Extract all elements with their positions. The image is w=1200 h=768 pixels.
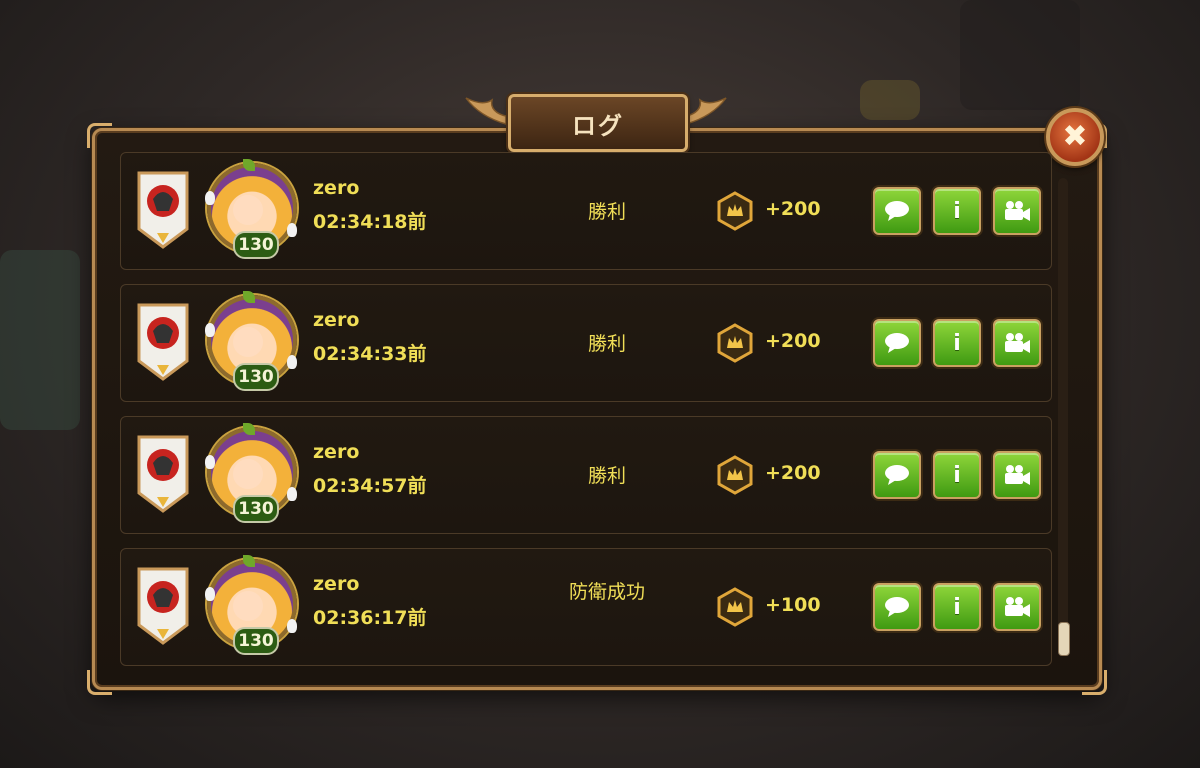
log-row: 130 zero 02:34:33前 勝利 +200 i [120, 284, 1052, 402]
bunny-icon [205, 455, 215, 469]
window-title: ログ [572, 111, 624, 140]
trophy-points: +200 [765, 462, 821, 484]
log-row: 130 zero 02:34:57前 勝利 +200 i [120, 416, 1052, 534]
video-camera-icon [1005, 333, 1030, 353]
battle-result: 勝利 [587, 333, 626, 355]
guild-banner-icon [137, 567, 189, 645]
player-avatar[interactable]: 130 [203, 553, 303, 661]
bunny-icon [287, 619, 297, 633]
background-shape [960, 0, 1080, 110]
video-camera-icon [1005, 597, 1030, 617]
chat-bubble-icon [885, 201, 909, 221]
info-icon: i [953, 594, 961, 620]
chat-bubble-icon [885, 333, 909, 353]
replay-button[interactable] [993, 583, 1041, 631]
trophy-points: +200 [765, 198, 821, 220]
crown-icon [717, 191, 753, 231]
battle-result: 勝利 [587, 201, 626, 223]
video-camera-icon [1005, 201, 1030, 221]
replay-button[interactable] [993, 319, 1041, 367]
player-name: zero [313, 441, 360, 463]
bunny-icon [205, 191, 215, 205]
chat-button[interactable] [873, 319, 921, 367]
close-button[interactable]: ✖ [1046, 108, 1104, 166]
scrollbar-thumb[interactable] [1058, 622, 1070, 656]
hero-face [233, 459, 263, 489]
panel-corner-ornament [87, 670, 112, 695]
guild-banner-icon [137, 303, 189, 381]
info-button[interactable]: i [933, 319, 981, 367]
chat-button[interactable] [873, 451, 921, 499]
bunny-icon [205, 587, 215, 601]
info-icon: i [953, 330, 961, 356]
hero-face [233, 195, 263, 225]
guild-banner-icon [137, 435, 189, 513]
panel-corner-ornament [1082, 670, 1107, 695]
player-name: zero [313, 573, 360, 595]
trophy-points: +100 [765, 594, 821, 616]
hero-face [233, 591, 263, 621]
guild-banner-icon [137, 171, 189, 249]
battle-time: 02:34:18前 [313, 211, 427, 233]
player-name: zero [313, 177, 360, 199]
leaf-decoration [243, 291, 255, 303]
panel-corner-ornament [87, 123, 112, 148]
battle-time: 02:36:17前 [313, 607, 427, 629]
level-badge: 130 [233, 231, 279, 259]
log-row: 130 zero 02:34:18前 勝利 +200 i [120, 152, 1052, 270]
video-camera-icon [1005, 465, 1030, 485]
right-wing-ornament [685, 97, 727, 125]
info-icon: i [953, 198, 961, 224]
scrollbar-track[interactable] [1058, 178, 1068, 654]
chat-button[interactable] [873, 187, 921, 235]
chat-button[interactable] [873, 583, 921, 631]
log-row: 130 zero 02:36:17前 防衛成功 +100 i [120, 548, 1052, 666]
player-avatar[interactable]: 130 [203, 421, 303, 529]
window-title-plate: ログ [508, 94, 688, 152]
background-shape [0, 250, 80, 430]
level-badge: 130 [233, 495, 279, 523]
hero-face [233, 327, 263, 357]
replay-button[interactable] [993, 451, 1041, 499]
left-wing-ornament [465, 97, 507, 125]
trophy-points: +200 [765, 330, 821, 352]
leaf-decoration [243, 159, 255, 171]
replay-button[interactable] [993, 187, 1041, 235]
bunny-icon [287, 223, 297, 237]
leaf-decoration [243, 423, 255, 435]
chat-bubble-icon [885, 465, 909, 485]
bunny-icon [287, 487, 297, 501]
bunny-icon [205, 323, 215, 337]
info-button[interactable]: i [933, 583, 981, 631]
crown-icon [717, 587, 753, 627]
close-x-icon: ✖ [1062, 119, 1088, 154]
player-avatar[interactable]: 130 [203, 157, 303, 265]
background-shape [860, 80, 920, 120]
info-icon: i [953, 462, 961, 488]
crown-icon [717, 323, 753, 363]
level-badge: 130 [233, 363, 279, 391]
info-button[interactable]: i [933, 451, 981, 499]
chat-bubble-icon [885, 597, 909, 617]
battle-result: 防衛成功 [568, 581, 645, 603]
leaf-decoration [243, 555, 255, 567]
bunny-icon [287, 355, 297, 369]
crown-icon [717, 455, 753, 495]
player-name: zero [313, 309, 360, 331]
player-avatar[interactable]: 130 [203, 289, 303, 397]
battle-result: 勝利 [587, 465, 626, 487]
battle-time: 02:34:57前 [313, 475, 427, 497]
battle-time: 02:34:33前 [313, 343, 427, 365]
level-badge: 130 [233, 627, 279, 655]
info-button[interactable]: i [933, 187, 981, 235]
